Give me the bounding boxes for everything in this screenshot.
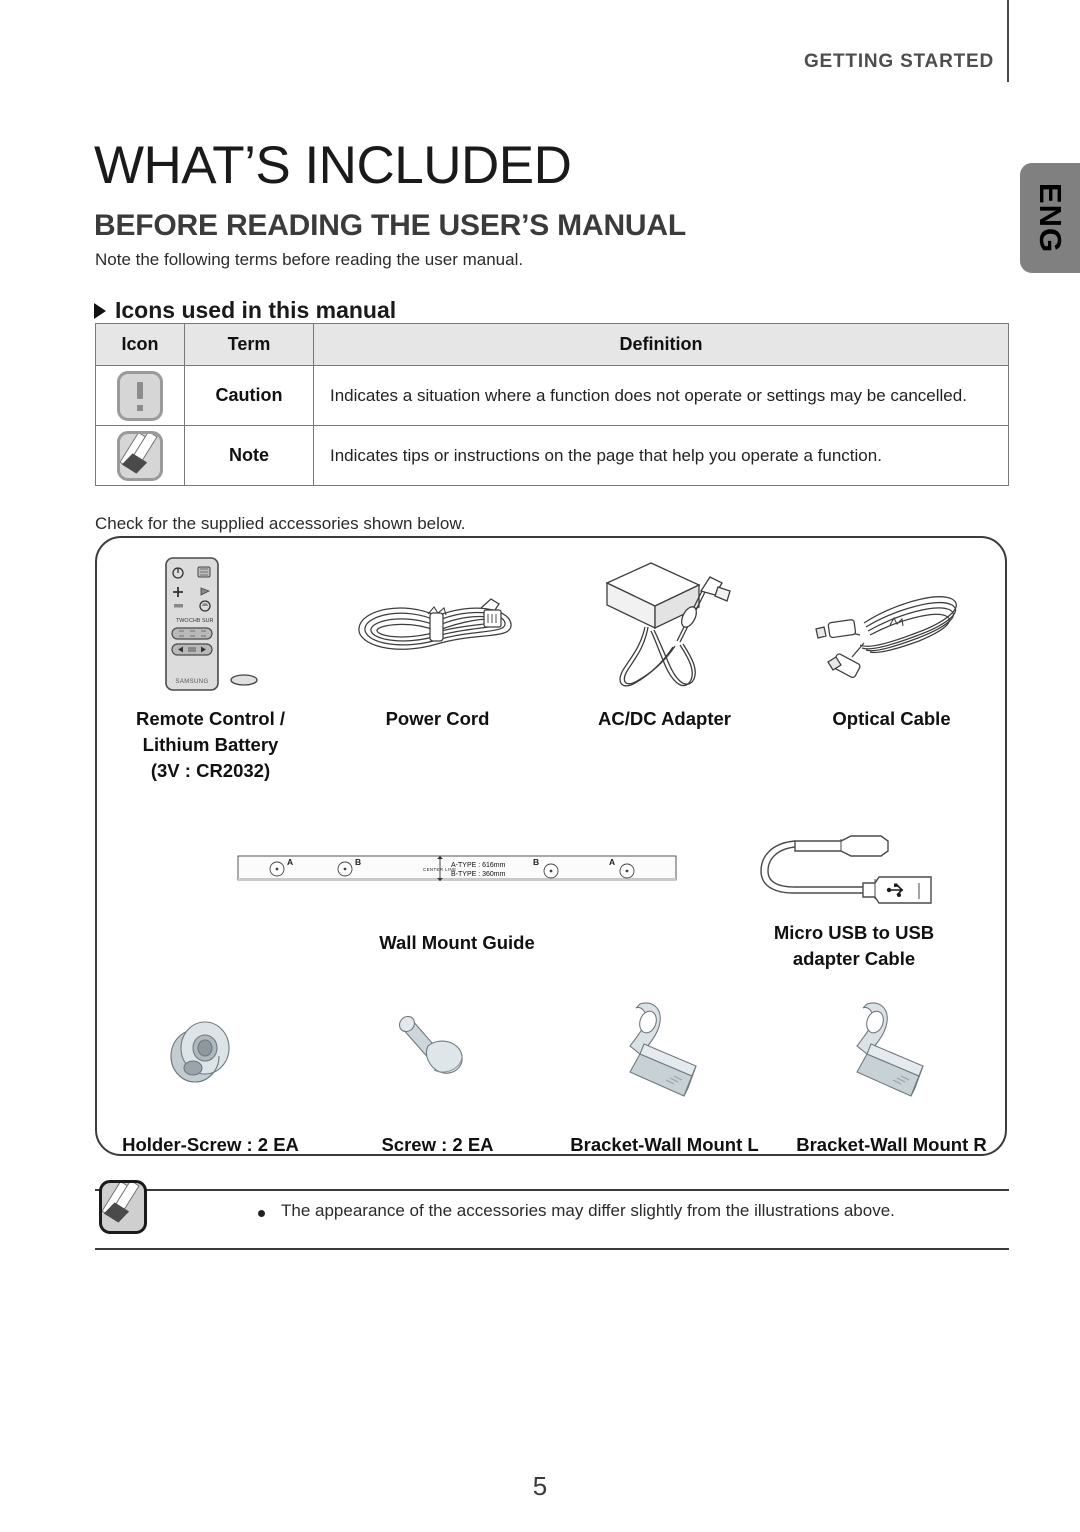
definition-note: Indicates tips or instructions on the pa… [313, 425, 1009, 486]
accessory-label-line: Remote Control / [135, 708, 286, 729]
note-icon-wrapper [99, 1180, 147, 1234]
remote-control-battery-illustration: TWO CHB SUR SAMSUNG [97, 552, 324, 702]
optical-cable-illustration [778, 552, 1005, 702]
svg-text:SUR: SUR [202, 618, 213, 624]
accessory-label: Holder-Screw : 2 EA [122, 1134, 299, 1155]
accessory-label: Wall Mount Guide [379, 932, 535, 953]
bracket-wall-mount-left-illustration [551, 978, 778, 1128]
note-icon [99, 1180, 147, 1234]
section-title: BEFORE READING THE USER’S MANUAL [94, 208, 686, 242]
note-icon-cell [95, 425, 185, 486]
accessory-label-line: Micro USB to USB [773, 922, 935, 943]
term-caution: Caution [184, 365, 314, 426]
ac-dc-adapter-illustration [551, 552, 778, 702]
page-number: 5 [532, 1471, 548, 1501]
accessory-ac-dc-adapter: AC/DC Adapter [551, 552, 778, 784]
wall-guide-mark: A [287, 857, 293, 867]
accessory-label: Micro USB to USB adapter Cable [729, 920, 979, 972]
note-icon [117, 430, 163, 481]
accessory-label: Bracket-Wall Mount R [796, 1134, 987, 1155]
intro-text: Note the following terms before reading … [95, 250, 524, 269]
note-rule-top [95, 1189, 1009, 1191]
accessory-power-cord: Power Cord [324, 552, 551, 784]
icons-legend-table: Icon Term Definition Caution Indicates a… [95, 323, 1009, 486]
table-header-row: Icon Term Definition [95, 323, 1009, 366]
accessory-label-line: adapter Cable [792, 948, 916, 969]
note-bullet [258, 1210, 265, 1217]
svg-text:TWO: TWO [176, 618, 189, 624]
term-note: Note [184, 425, 314, 486]
subsection-heading-label: Icons used in this manual [115, 297, 397, 323]
wall-guide-dimension: B-TYPE : 360mm [451, 871, 506, 878]
accessory-label-line: (3V : CR2032) [150, 760, 271, 781]
note-rule-bottom [95, 1248, 1009, 1250]
svg-text:SAMSUNG: SAMSUNG [175, 679, 208, 685]
table-row: Note Indicates tips or instructions on t… [95, 425, 1009, 486]
header-section-label: GETTING STARTED [803, 51, 994, 72]
wall-mount-guide-illustration: A B CENTER LINE A-TYPE : 616mm B-TYPE : … [237, 852, 677, 886]
language-tab: ENG [1020, 163, 1080, 273]
accessory-label: Power Cord [385, 708, 490, 729]
wall-guide-dimension: A-TYPE : 616mm [451, 862, 506, 869]
svg-text:CHB: CHB [189, 618, 201, 624]
wall-guide-mark: A [609, 857, 615, 867]
power-cord-illustration [324, 552, 551, 702]
accessories-row-3: Holder-Screw : 2 EA Screw : 2 EA Bracket… [97, 978, 1005, 1158]
screw-illustration [324, 978, 551, 1128]
accessory-micro-usb-cable: Micro USB to USB adapter Cable [729, 810, 979, 972]
wall-guide-mark: B [533, 857, 539, 867]
accessory-label-line: Lithium Battery [142, 734, 279, 755]
header-vertical-rule [1007, 0, 1009, 82]
accessory-bracket-wall-mount-l: Bracket-Wall Mount L [551, 978, 778, 1158]
bracket-wall-mount-right-illustration [778, 978, 1005, 1128]
wall-guide-mark: B [355, 857, 361, 867]
accessory-holder-screw: Holder-Screw : 2 EA [97, 978, 324, 1158]
holder-screw-illustration [97, 978, 324, 1128]
column-header-definition: Definition [313, 323, 1009, 366]
column-header-icon: Icon [95, 323, 185, 366]
subsection-heading: Icons used in this manual [94, 297, 396, 324]
accessory-label: AC/DC Adapter [598, 708, 731, 729]
accessory-optical-cable: Optical Cable [778, 552, 1005, 784]
column-header-term: Term [184, 323, 314, 366]
language-tab-label: ENG [1033, 182, 1068, 254]
micro-usb-to-usb-cable-illustration [729, 810, 979, 920]
accessory-label: Optical Cable [832, 708, 951, 729]
caution-icon [117, 370, 163, 421]
definition-caution: Indicates a situation where a function d… [313, 365, 1009, 426]
caution-icon-cell [95, 365, 185, 426]
accessories-row-1: TWO CHB SUR SAMSUNG Remote Control / Lit… [97, 552, 1005, 784]
accessory-bracket-wall-mount-r: Bracket-Wall Mount R [778, 978, 1005, 1158]
accessory-label: Screw : 2 EA [381, 1134, 494, 1155]
accessory-label: Remote Control / Lithium Battery (3V : C… [97, 706, 324, 784]
accessory-screw: Screw : 2 EA [324, 978, 551, 1158]
triangle-right-icon [94, 302, 106, 319]
page-title: WHAT’S INCLUDED [94, 135, 572, 195]
table-row: Caution Indicates a situation where a fu… [95, 365, 1009, 426]
note-text: The appearance of the accessories may di… [281, 1201, 895, 1220]
accessory-remote-control: TWO CHB SUR SAMSUNG Remote Control / Lit… [97, 552, 324, 784]
accessories-box: TWO CHB SUR SAMSUNG Remote Control / Lit… [95, 536, 1007, 1156]
bottom-note: The appearance of the accessories may di… [95, 1180, 1009, 1250]
accessory-label: Bracket-Wall Mount L [570, 1134, 759, 1155]
check-accessories-text: Check for the supplied accessories shown… [95, 514, 466, 533]
